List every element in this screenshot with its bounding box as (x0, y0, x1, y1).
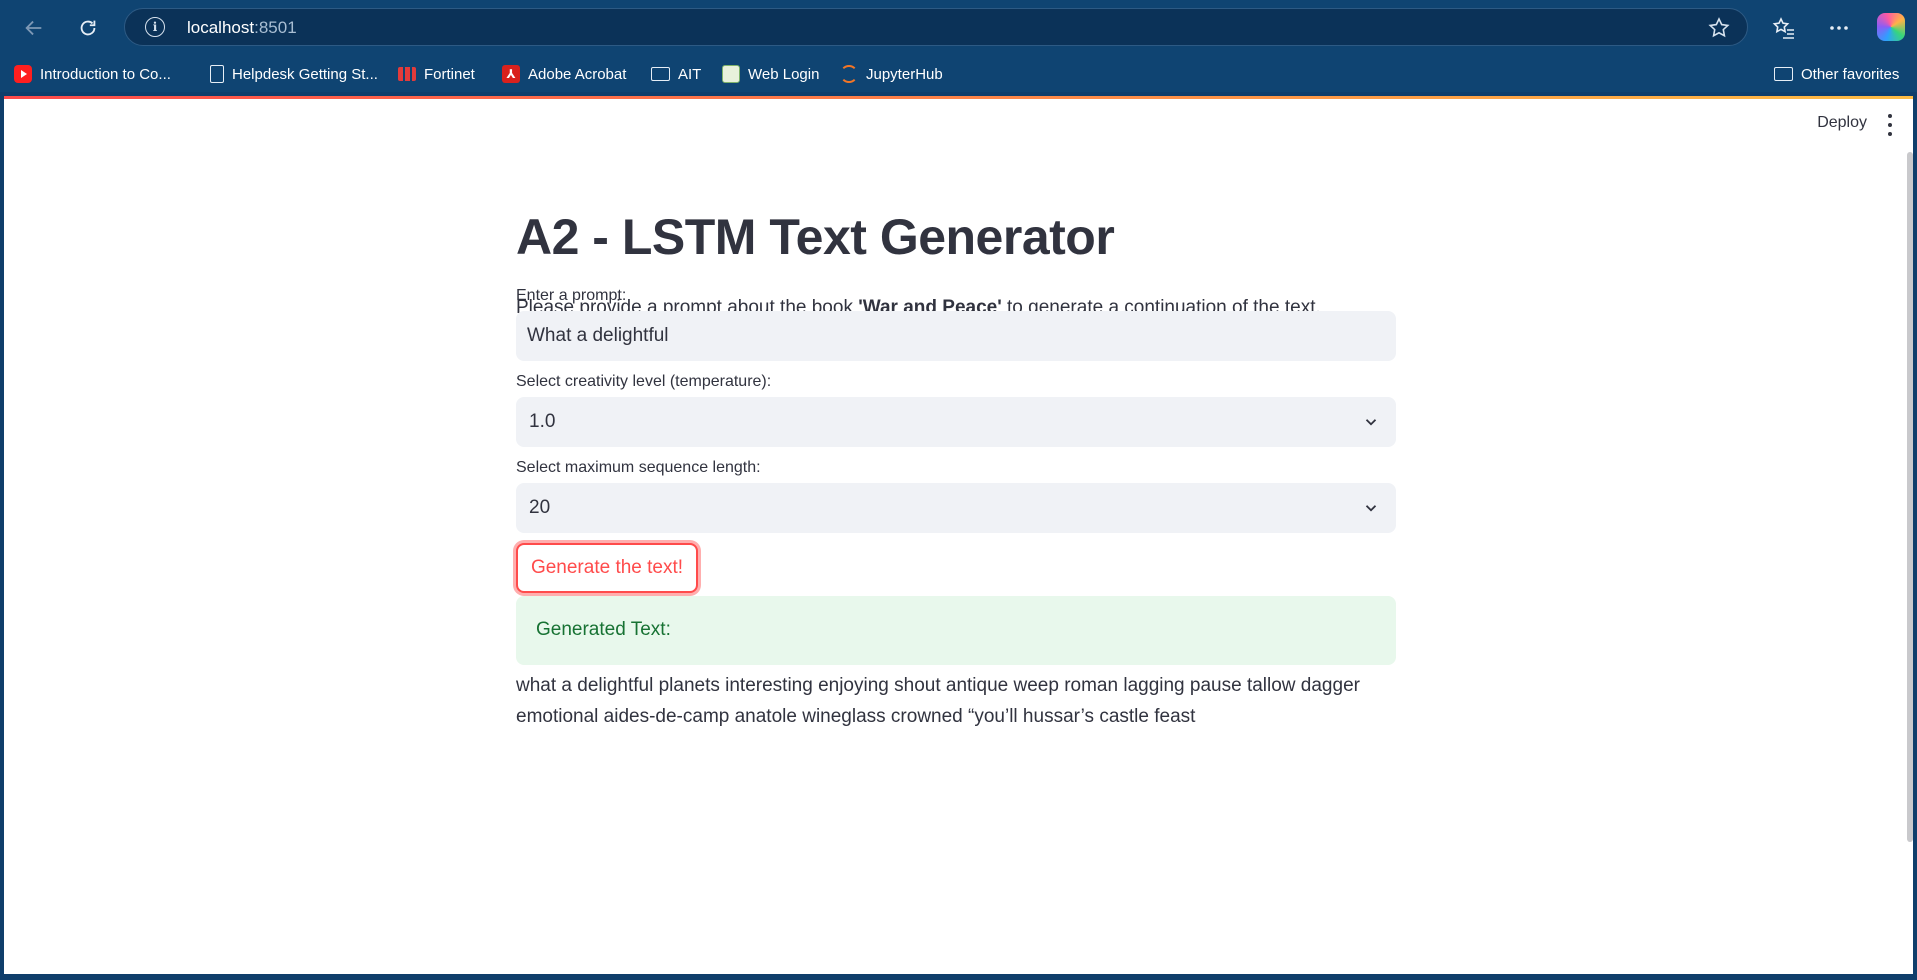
favorites-icon[interactable] (1770, 14, 1798, 42)
youtube-icon (14, 65, 32, 83)
fortinet-icon (398, 67, 416, 81)
bookmark-label: JupyterHub (866, 65, 943, 83)
deploy-button[interactable]: Deploy (1809, 110, 1875, 136)
bookmark-fortinet[interactable]: Fortinet (398, 63, 475, 85)
folder-icon (651, 67, 670, 81)
bookmark-other-favorites[interactable]: Other favorites (1774, 63, 1899, 85)
bookmark-label: Helpdesk Getting St... (232, 65, 378, 83)
bookmark-web-login[interactable]: Web Login (722, 63, 819, 85)
chevron-down-icon (1365, 505, 1377, 512)
max-length-select[interactable]: 20 (516, 483, 1396, 533)
generated-text-output: what a delightful planets interesting en… (516, 675, 1360, 727)
bookmark-label: Web Login (748, 65, 820, 83)
prompt-input-value: What a delightful (527, 325, 669, 346)
web-login-icon (722, 65, 740, 83)
prompt-label: Enter a prompt: (516, 287, 627, 304)
more-horizontal-icon[interactable] (1825, 14, 1853, 42)
bookmark-adobe-acrobat[interactable]: ⅄ Adobe Acrobat (502, 63, 626, 85)
bookmark-label: Fortinet (424, 65, 475, 83)
success-alert-text: Generated Text: (536, 619, 671, 640)
bookmark-label: Adobe Acrobat (528, 65, 627, 83)
bookmark-label: Other favorites (1801, 65, 1900, 83)
app-viewport: Deploy A2 - LSTM Text Generator Please p… (4, 96, 1913, 974)
main-menu-icon[interactable] (1887, 114, 1893, 136)
bookmarks-bar: Introduction to Co... Helpdesk Getting S… (0, 54, 1917, 92)
document-icon (210, 65, 224, 83)
max-length-label: Select maximum sequence length: (516, 459, 761, 476)
chevron-down-icon (1365, 419, 1377, 426)
url-host: localhost (187, 18, 255, 37)
generate-button[interactable]: Generate the text! (516, 543, 698, 593)
app-decoration-bar (4, 96, 1913, 99)
page-title: A2 - LSTM Text Generator (516, 209, 1115, 265)
temperature-select-value: 1.0 (529, 411, 556, 432)
bookmark-label: AIT (678, 65, 702, 83)
bookmark-label: Introduction to Co... (40, 65, 171, 83)
jupyter-icon (840, 65, 858, 83)
address-url[interactable]: localhost:8501 (187, 18, 297, 38)
scrollbar[interactable] (1907, 152, 1913, 842)
refresh-icon[interactable] (71, 11, 105, 45)
url-port: :8501 (254, 18, 297, 37)
site-info-icon[interactable]: i (145, 17, 165, 37)
back-arrow-icon[interactable] (17, 11, 51, 45)
max-length-select-value: 20 (529, 497, 551, 518)
temperature-label: Select creativity level (temperature): (516, 373, 772, 390)
folder-icon (1774, 67, 1793, 81)
bookmark-ait[interactable]: AIT (651, 63, 701, 85)
star-icon[interactable] (1707, 16, 1731, 40)
address-bar[interactable]: i localhost:8501 (124, 8, 1748, 46)
bookmark-jupyterhub[interactable]: JupyterHub (840, 63, 943, 85)
adobe-acrobat-icon: ⅄ (502, 65, 520, 83)
temperature-select[interactable]: 1.0 (516, 397, 1396, 447)
bookmark-introduction[interactable]: Introduction to Co... (14, 63, 171, 85)
copilot-icon[interactable] (1877, 13, 1905, 41)
bookmark-helpdesk[interactable]: Helpdesk Getting St... (210, 63, 378, 85)
success-alert: Generated Text: (516, 596, 1396, 665)
browser-toolbar: i localhost:8501 (0, 0, 1917, 54)
prompt-input[interactable]: What a delightful (516, 311, 1396, 361)
